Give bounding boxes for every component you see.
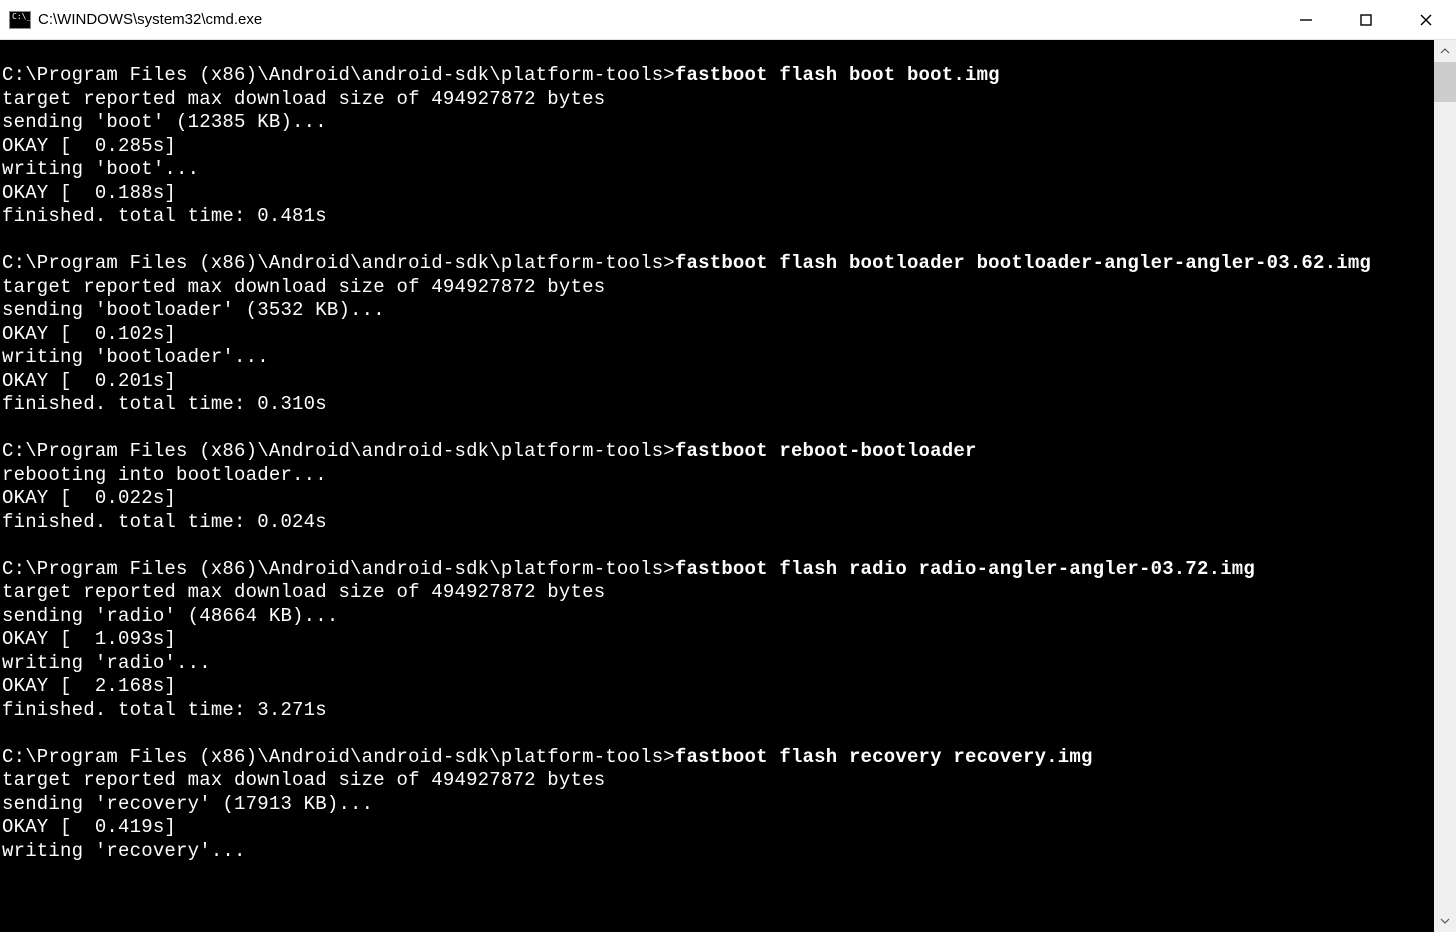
maximize-icon <box>1359 13 1373 27</box>
chevron-down-icon <box>1440 918 1450 924</box>
prompt: C:\Program Files (x86)\Android\android-s… <box>2 64 675 86</box>
scroll-track[interactable] <box>1434 62 1456 910</box>
blank-line <box>2 417 1434 441</box>
maximize-button[interactable] <box>1336 0 1396 40</box>
window-title: C:\WINDOWS\system32\cmd.exe <box>38 11 262 28</box>
prompt: C:\Program Files (x86)\Android\android-s… <box>2 440 675 462</box>
scroll-thumb[interactable] <box>1434 62 1456 102</box>
scroll-up-arrow[interactable] <box>1434 40 1456 62</box>
blank-line <box>2 534 1434 558</box>
command-line: C:\Program Files (x86)\Android\android-s… <box>2 252 1434 276</box>
terminal-output[interactable]: C:\Program Files (x86)\Android\android-s… <box>0 40 1434 932</box>
command-text: fastboot reboot-bootloader <box>675 440 977 462</box>
command-output: target reported max download size of 494… <box>2 276 1434 417</box>
command-output: target reported max download size of 494… <box>2 88 1434 229</box>
close-button[interactable] <box>1396 0 1456 40</box>
cmd-icon <box>10 12 30 28</box>
command-text: fastboot flash radio radio-angler-angler… <box>675 558 1255 580</box>
command-text: fastboot flash recovery recovery.img <box>675 746 1093 768</box>
command-line: C:\Program Files (x86)\Android\android-s… <box>2 64 1434 88</box>
command-output: target reported max download size of 494… <box>2 581 1434 722</box>
minimize-button[interactable] <box>1276 0 1336 40</box>
titlebar: C:\WINDOWS\system32\cmd.exe <box>0 0 1456 40</box>
command-line: C:\Program Files (x86)\Android\android-s… <box>2 558 1434 582</box>
scrollbar[interactable] <box>1434 40 1456 932</box>
blank-line <box>2 229 1434 253</box>
close-icon <box>1419 13 1433 27</box>
prompt: C:\Program Files (x86)\Android\android-s… <box>2 558 675 580</box>
command-text: fastboot flash bootloader bootloader-ang… <box>675 252 1371 274</box>
blank-line <box>2 722 1434 746</box>
prompt: C:\Program Files (x86)\Android\android-s… <box>2 746 675 768</box>
minimize-icon <box>1299 13 1313 27</box>
command-line: C:\Program Files (x86)\Android\android-s… <box>2 746 1434 770</box>
command-output: rebooting into bootloader... OKAY [ 0.02… <box>2 464 1434 535</box>
terminal-container: C:\Program Files (x86)\Android\android-s… <box>0 40 1456 932</box>
command-output: target reported max download size of 494… <box>2 769 1434 863</box>
chevron-up-icon <box>1440 48 1450 54</box>
scroll-down-arrow[interactable] <box>1434 910 1456 932</box>
prompt: C:\Program Files (x86)\Android\android-s… <box>2 252 675 274</box>
command-line: C:\Program Files (x86)\Android\android-s… <box>2 440 1434 464</box>
command-text: fastboot flash boot boot.img <box>675 64 1000 86</box>
